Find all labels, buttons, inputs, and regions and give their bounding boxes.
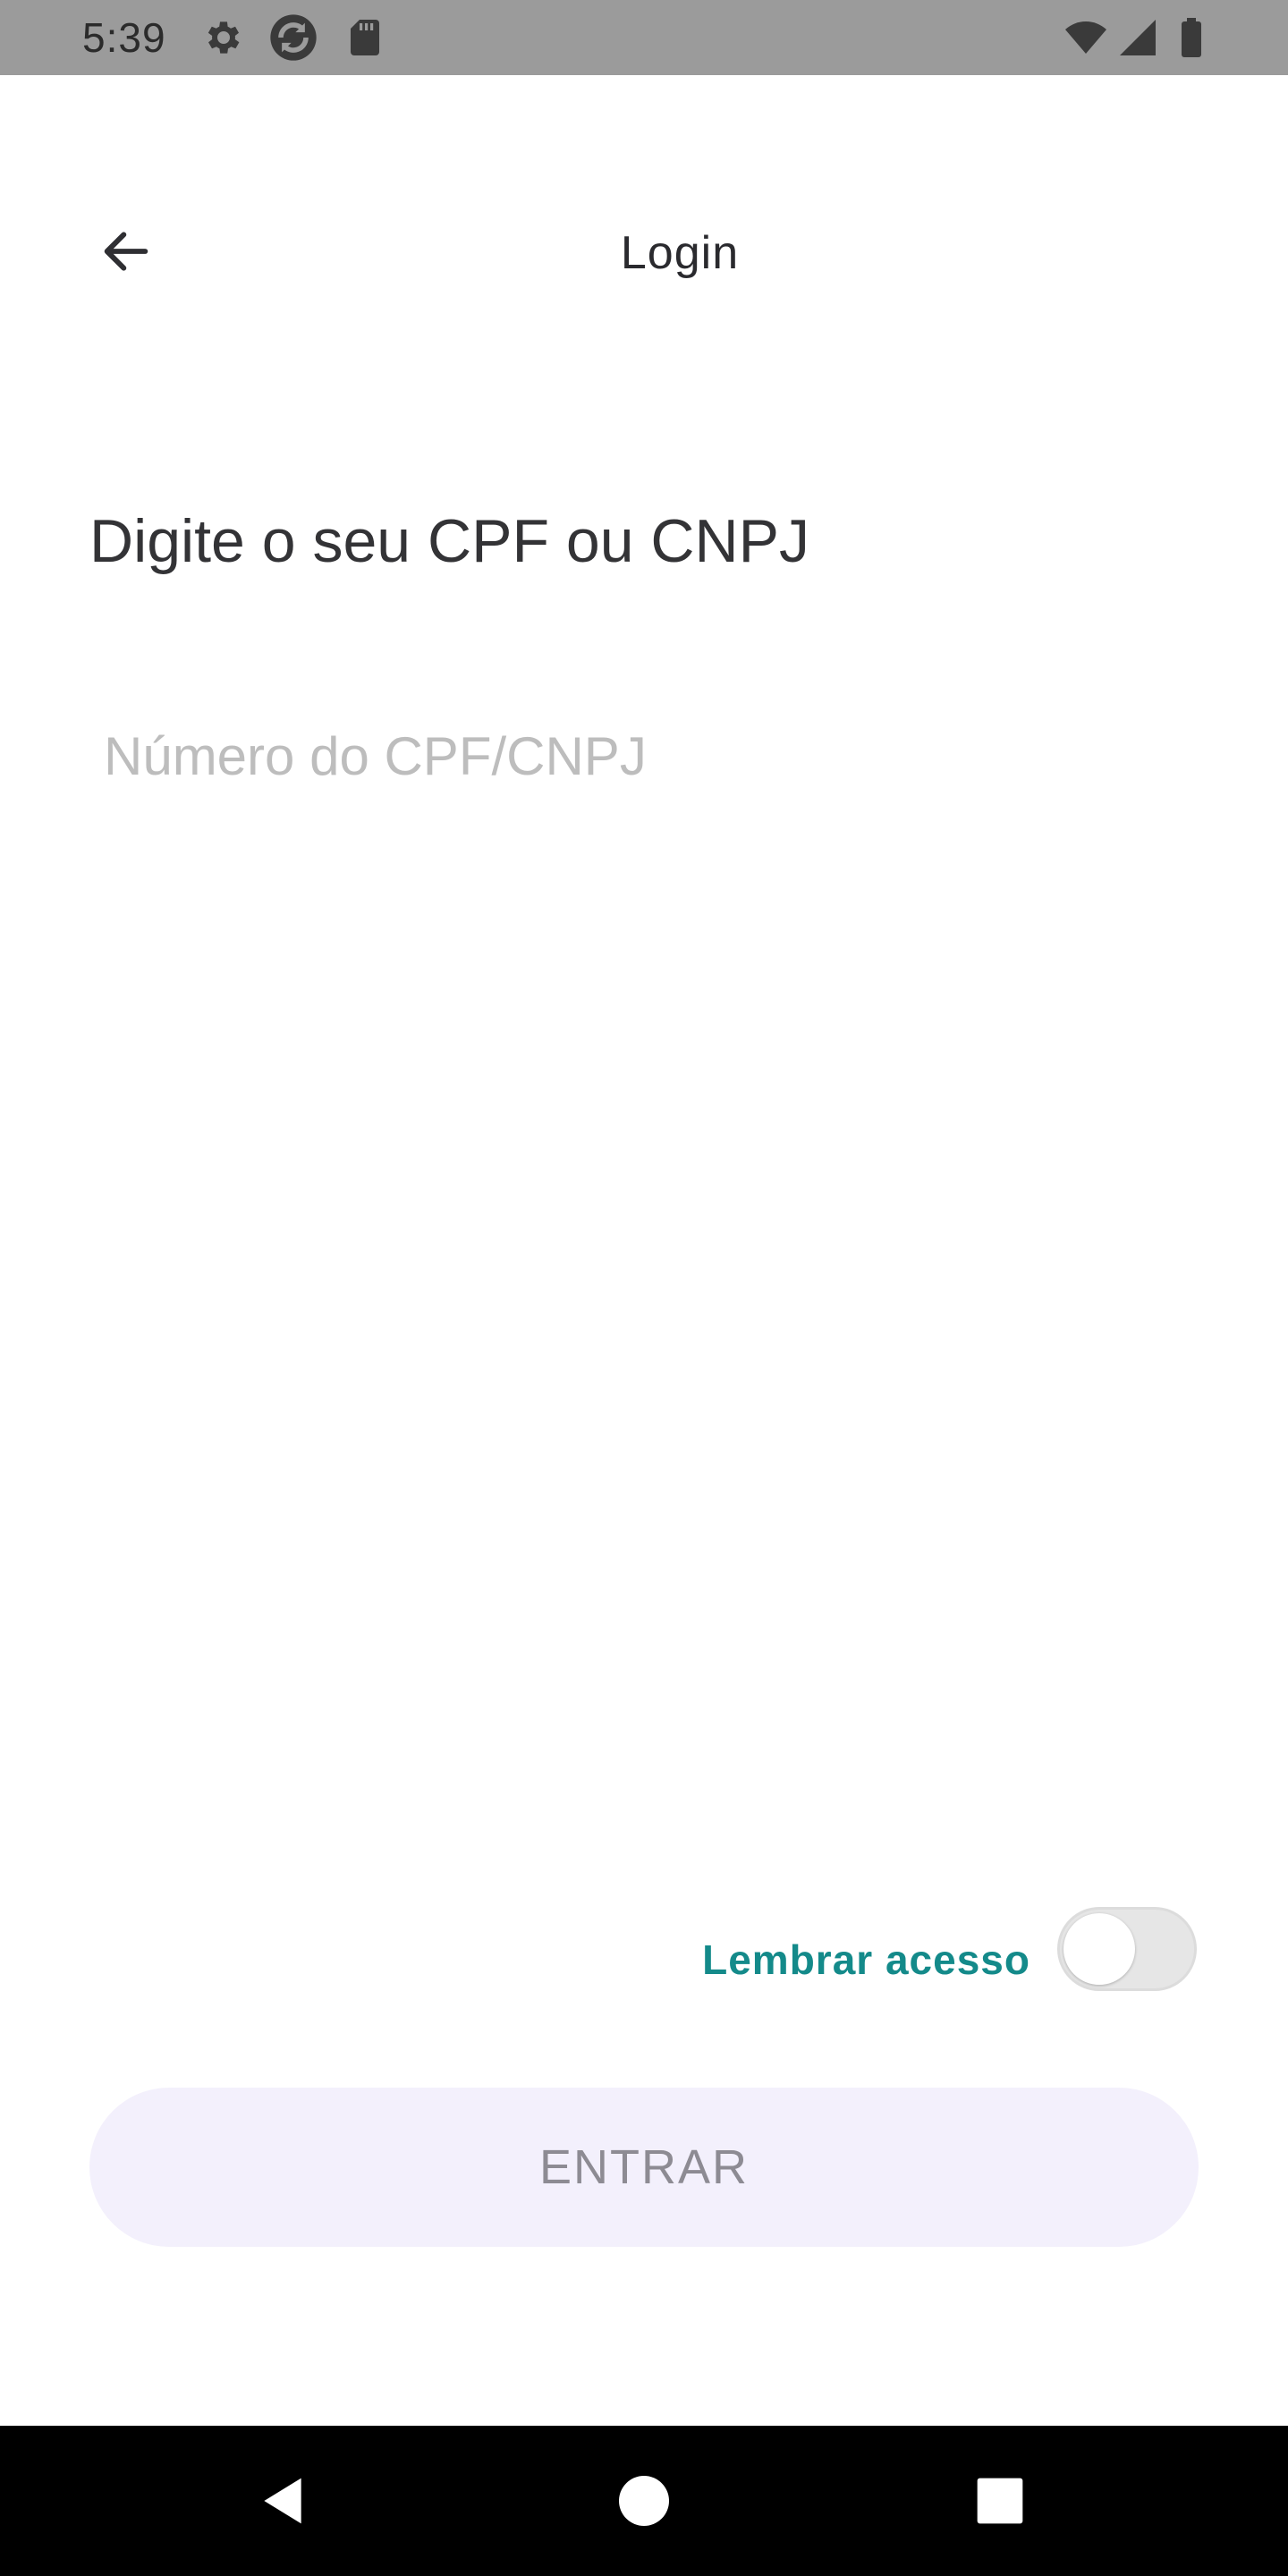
- sd-card-icon: [351, 20, 379, 55]
- cpf-heading: Digite o seu CPF ou CNPJ: [89, 507, 809, 575]
- toggle-knob: [1063, 1913, 1135, 1985]
- home-circle-icon[interactable]: [615, 2472, 673, 2529]
- status-time: 5:39: [82, 14, 166, 61]
- status-bar: 5:39: [0, 0, 1288, 75]
- cpf-cnpj-input[interactable]: [89, 716, 1213, 796]
- remember-access-toggle[interactable]: [1057, 1907, 1197, 1991]
- signal-icon: [1120, 20, 1156, 55]
- sync-icon: [270, 14, 317, 61]
- enter-button[interactable]: ENTRAR: [89, 2088, 1199, 2247]
- settings-gear-icon: [208, 21, 240, 54]
- back-triangle-icon[interactable]: [256, 2472, 313, 2529]
- wifi-icon: [1065, 21, 1106, 54]
- login-screen: 5:39 Login Digite o seu CPF ou CNPJ Núme…: [0, 0, 1288, 2576]
- page-title: Login: [620, 227, 740, 279]
- recents-square-icon[interactable]: [971, 2472, 1029, 2529]
- remember-access-label: Lembrar acesso: [702, 1936, 1030, 1983]
- battery-icon: [1182, 18, 1201, 57]
